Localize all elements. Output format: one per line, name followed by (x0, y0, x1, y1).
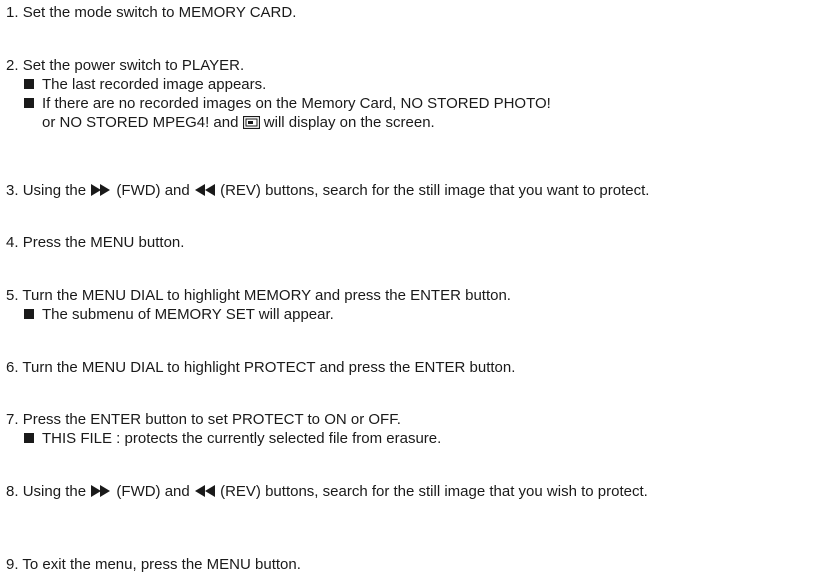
step-2: 2. Set the power switch to PLAYER. The l… (6, 56, 835, 132)
step-number: 1. (6, 4, 19, 21)
step-7: 7. Press the ENTER button to set PROTECT… (6, 410, 835, 448)
square-bullet-icon (24, 98, 34, 108)
square-bullet-icon (24, 309, 34, 319)
step-number: 9. (6, 556, 19, 573)
step-text: Set the mode switch to MEMORY CARD. (22, 4, 297, 21)
rewind-icon (194, 183, 216, 202)
step-5: 5. Turn the MENU DIAL to highlight MEMOR… (6, 286, 835, 324)
step-number: 4. (6, 234, 19, 251)
step-number: 6. (6, 359, 19, 376)
step-text: Set the power switch to PLAYER. (22, 57, 245, 74)
rewind-icon (194, 484, 216, 503)
square-bullet-icon (24, 79, 34, 89)
step-6: 6. Turn the MENU DIAL to highlight PROTE… (6, 358, 835, 377)
sub-bullet: If there are no recorded images on the M… (6, 94, 835, 113)
step-9: 9. To exit the menu, press the MENU butt… (6, 555, 835, 574)
sub-bullet: The last recorded image appears. (6, 75, 835, 94)
step-number: 3. (6, 182, 19, 199)
step-1: 1. Set the mode switch to MEMORY CARD. (6, 3, 835, 22)
square-bullet-icon (24, 433, 34, 443)
step-4: 4. Press the MENU button. (6, 233, 835, 252)
step-text: Turn the MENU DIAL to highlight MEMORY a… (22, 287, 511, 304)
sub-bullet-continuation: or NO STORED MPEG4! and will display on … (6, 113, 835, 132)
step-3: 3. Using the (FWD) and (REV) buttons, se… (6, 181, 835, 200)
sub-bullet: THIS FILE : protects the currently selec… (6, 429, 835, 448)
step-text: To exit the menu, press the MENU button. (22, 556, 301, 573)
fast-forward-icon (90, 183, 112, 202)
step-number: 5. (6, 287, 19, 304)
step-number: 2. (6, 57, 19, 74)
step-8: 8. Using the (FWD) and (REV) buttons, se… (6, 482, 835, 501)
step-text: Press the ENTER button to set PROTECT to… (22, 411, 401, 428)
step-text: Turn the MENU DIAL to highlight PROTECT … (22, 359, 516, 376)
sub-bullet: The submenu of MEMORY SET will appear. (6, 305, 835, 324)
fast-forward-icon (90, 484, 112, 503)
step-text: Press the MENU button. (22, 234, 185, 251)
memory-card-icon (242, 115, 260, 134)
step-number: 8. (6, 483, 19, 500)
step-number: 7. (6, 411, 19, 428)
